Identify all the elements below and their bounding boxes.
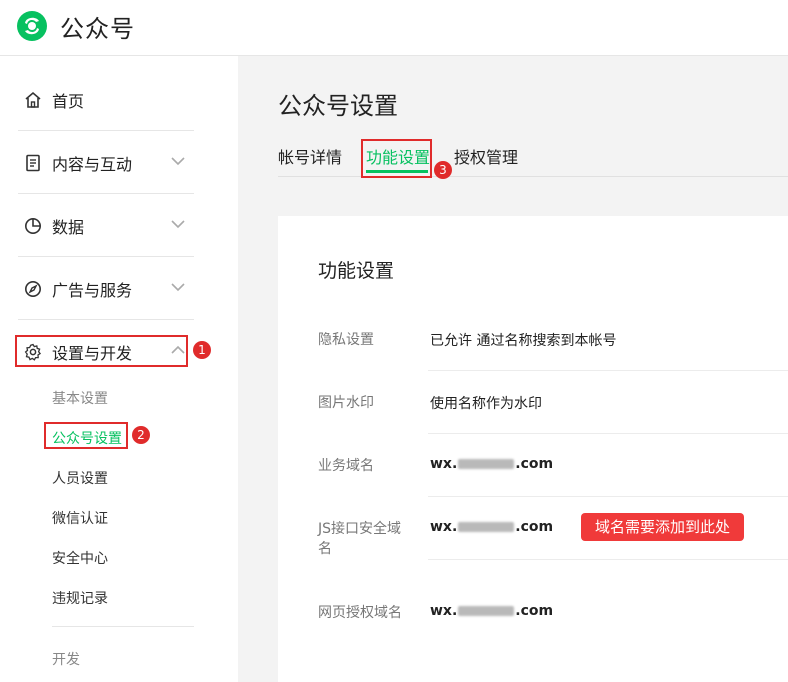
annotation-badge-1: 1 [193,341,211,359]
compass-icon [25,281,41,297]
sub-item-wechat-verification[interactable]: 微信认证 [52,508,108,528]
sidebar-item-home[interactable]: 首页 [24,68,194,130]
annotation-box-3 [361,139,432,178]
domain-prefix: wx. [430,519,458,535]
sub-item-staff-settings[interactable]: 人员设置 [52,468,108,488]
redacted-text [458,459,515,469]
sidebar-item-data[interactable]: 数据 [24,194,194,256]
document-icon [26,154,40,172]
sub-item-dev: 开发 [52,652,80,668]
chevron-down-icon [171,283,185,292]
home-icon [25,91,41,108]
domain-value: wx. .com [430,603,553,619]
row-label: 图片水印 [318,395,374,411]
main-content: 公众号设置 帐号详情 功能设置 授权管理 3 功能设置 隐私设置 已允许 通过名… [238,56,788,682]
row-label: 网页授权域名 [318,605,402,621]
domain-prefix: wx. [430,456,458,472]
sidebar-item-ads[interactable]: 广告与服务 [24,257,194,319]
sidebar-item-label: 广告与服务 [52,281,133,300]
top-bar: 公众号 [0,0,788,56]
row-divider [428,559,788,560]
annotation-box-2 [44,422,128,449]
annotation-badge-2: 2 [132,426,150,444]
settings-card: 功能设置 隐私设置 已允许 通过名称搜索到本帐号 图片水印 使用名称作为水印 业… [278,216,788,682]
row-value: 使用名称作为水印 [430,396,542,412]
app-title: 公众号 [60,15,135,43]
domain-suffix: .com [515,519,554,535]
sub-item-basic-settings[interactable]: 基本设置 [52,388,108,408]
redacted-text [458,606,515,616]
row-divider [428,370,788,371]
tab-account-details[interactable]: 帐号详情 [278,144,342,168]
row-value: 已允许 通过名称搜索到本帐号 [430,333,617,349]
tab-bar: 帐号详情 功能设置 授权管理 [278,144,788,177]
sidebar-item-label: 内容与互动 [52,155,133,174]
sidebar-item-label: 首页 [52,92,85,111]
annotation-box-1 [15,335,188,367]
chevron-down-icon [171,157,185,166]
row-divider [428,433,788,434]
wechat-logo-icon[interactable] [16,10,48,42]
row-label: JS接口安全域名 [318,521,402,557]
page-title: 公众号设置 [278,92,398,120]
domain-value: wx. .com [430,456,553,472]
annotation-badge-3: 3 [434,161,452,179]
row-divider [428,496,788,497]
domain-suffix: .com [515,603,554,619]
domain-suffix: .com [515,456,554,472]
domain-callout: 域名需要添加到此处 [581,513,745,541]
sidebar: 首页 内容与互动 数据 广告与服务 设置与开发 1 基本设置 公众号设置 2 人… [0,56,238,682]
sub-item-violation-records[interactable]: 违规记录 [52,588,108,608]
divider [52,626,194,627]
row-label: 业务域名 [318,458,374,474]
domain-prefix: wx. [430,603,458,619]
domain-value: wx. .com [430,519,553,535]
redacted-text [458,522,515,532]
sub-item-security-center[interactable]: 安全中心 [52,548,108,568]
row-label: 隐私设置 [318,332,374,348]
sidebar-item-label: 数据 [52,218,85,237]
card-title: 功能设置 [318,260,395,282]
tab-authorization[interactable]: 授权管理 [454,144,518,168]
pie-chart-icon [25,218,41,234]
sidebar-item-content[interactable]: 内容与互动 [24,131,194,193]
chevron-down-icon [171,220,185,229]
